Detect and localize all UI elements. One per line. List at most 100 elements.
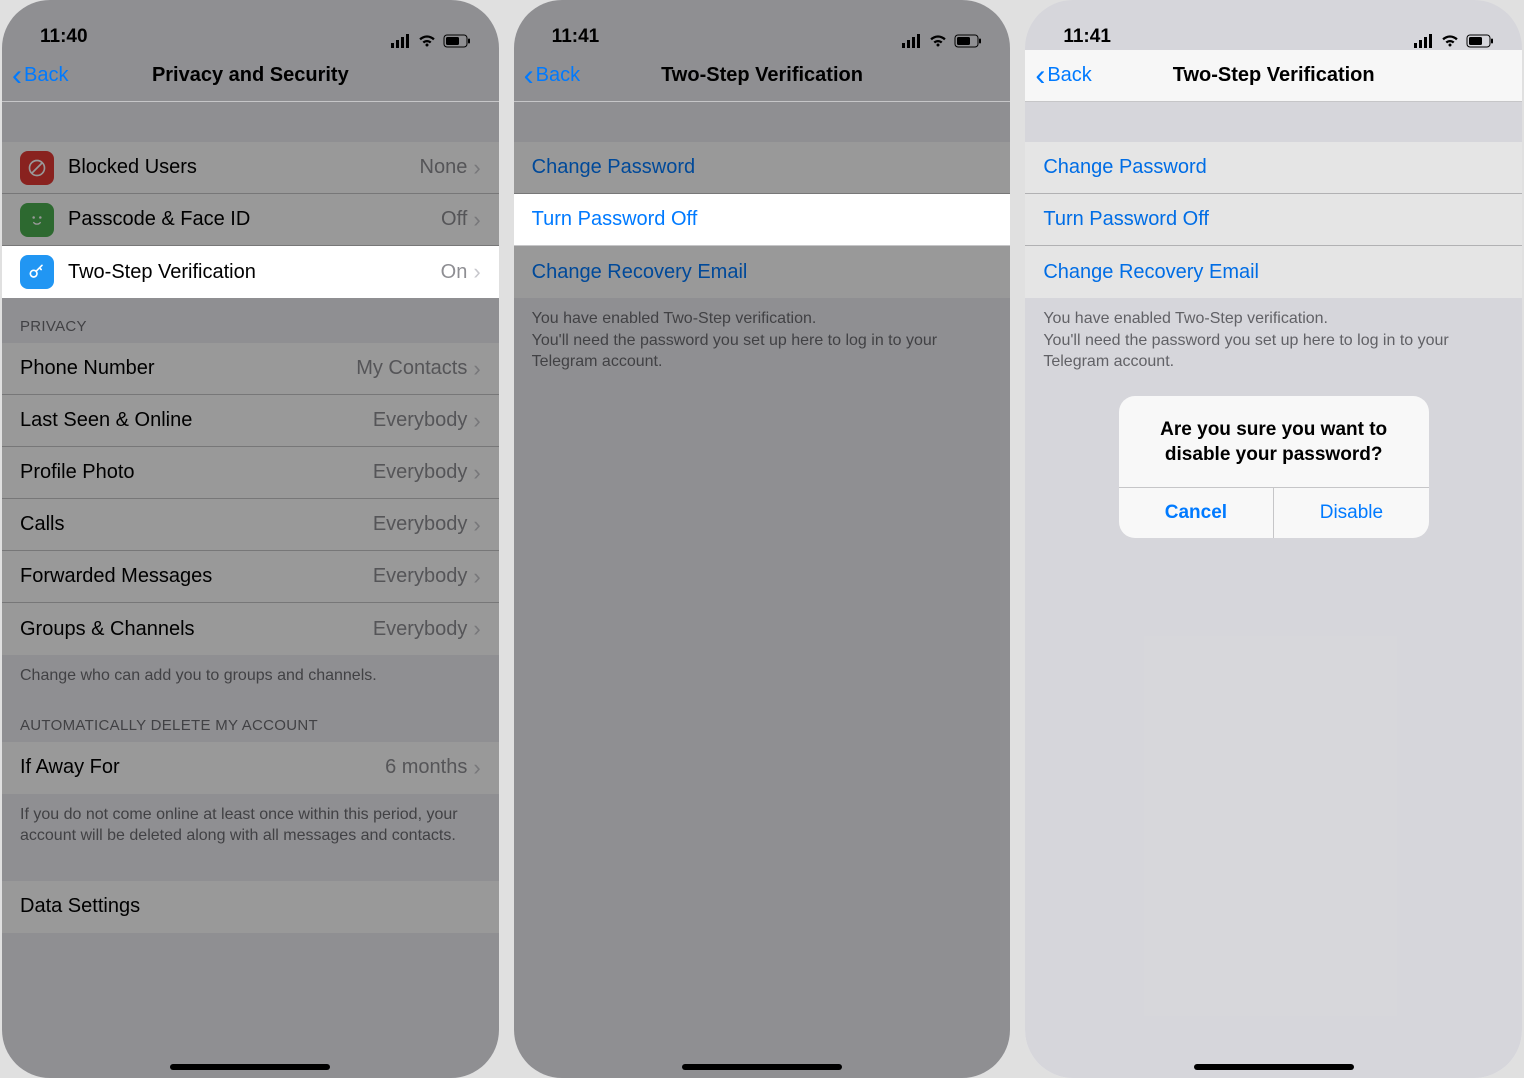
back-button[interactable]: ‹ Back bbox=[514, 61, 580, 91]
home-indicator-wrap bbox=[1025, 1064, 1522, 1070]
status-time: 11:40 bbox=[40, 26, 88, 48]
back-label: Back bbox=[24, 64, 68, 87]
label: Change Password bbox=[1043, 156, 1504, 179]
row-change-recovery-email[interactable]: Change Recovery Email bbox=[514, 246, 1011, 298]
row-data-settings[interactable]: Data Settings bbox=[2, 881, 499, 933]
twostep-footer: You have enabled Two-Step verification. … bbox=[1025, 298, 1522, 383]
row-profile-photo[interactable]: Profile Photo Everybody › bbox=[2, 447, 499, 499]
value: Off bbox=[441, 208, 467, 231]
alert-disable-button[interactable]: Disable bbox=[1273, 488, 1429, 538]
row-change-password[interactable]: Change Password bbox=[1025, 142, 1522, 194]
row-passcode-faceid[interactable]: Passcode & Face ID Off › bbox=[2, 194, 499, 246]
value: On bbox=[441, 261, 468, 284]
label: Turn Password Off bbox=[532, 208, 993, 231]
status-right bbox=[391, 34, 471, 48]
cellular-icon bbox=[391, 34, 411, 48]
blocked-icon bbox=[20, 151, 54, 185]
twostep-group: Change Password Turn Password Off Change… bbox=[1025, 142, 1522, 298]
delete-group: If Away For 6 months › bbox=[2, 742, 499, 794]
status-time: 11:41 bbox=[552, 26, 600, 48]
home-indicator[interactable] bbox=[170, 1064, 330, 1070]
value: My Contacts bbox=[356, 357, 467, 380]
value: Everybody bbox=[373, 565, 468, 588]
row-turn-password-off[interactable]: Turn Password Off bbox=[514, 194, 1011, 246]
row-phone-number[interactable]: Phone Number My Contacts › bbox=[2, 343, 499, 395]
alert-cancel-button[interactable]: Cancel bbox=[1119, 488, 1274, 538]
row-change-recovery-email[interactable]: Change Recovery Email bbox=[1025, 246, 1522, 298]
privacy-header: PRIVACY bbox=[2, 298, 499, 343]
value: Everybody bbox=[373, 618, 468, 641]
data-settings-group: Data Settings bbox=[2, 881, 499, 933]
home-indicator[interactable] bbox=[1194, 1064, 1354, 1070]
screen-two-step: 11:41 ‹ Back Two-Step Verification Chang… bbox=[514, 0, 1011, 1078]
page-title: Privacy and Security bbox=[2, 64, 499, 87]
screen-privacy-security: 11:40 ‹ Back Privacy and Security Blocke… bbox=[2, 0, 499, 1078]
chevron-left-icon: ‹ bbox=[1035, 61, 1045, 91]
status-time: 11:41 bbox=[1063, 26, 1111, 48]
status-right bbox=[1414, 34, 1494, 48]
content: Blocked Users None › Passcode & Face ID … bbox=[2, 102, 499, 1078]
delete-footer: If you do not come online at least once … bbox=[2, 794, 499, 857]
row-blocked-users[interactable]: Blocked Users None › bbox=[2, 142, 499, 194]
label: Change Password bbox=[532, 156, 993, 179]
home-indicator-wrap bbox=[514, 1064, 1011, 1070]
chevron-left-icon: ‹ bbox=[12, 61, 22, 91]
row-change-password[interactable]: Change Password bbox=[514, 142, 1011, 194]
wifi-icon bbox=[928, 34, 948, 48]
row-if-away-for[interactable]: If Away For 6 months › bbox=[2, 742, 499, 794]
back-label: Back bbox=[1047, 64, 1091, 87]
page-title: Two-Step Verification bbox=[1025, 64, 1522, 87]
label: Groups & Channels bbox=[20, 618, 373, 641]
chevron-right-icon: › bbox=[473, 512, 480, 538]
alert-title: Are you sure you want to disable your pa… bbox=[1119, 396, 1429, 487]
label: Two-Step Verification bbox=[68, 261, 441, 284]
label: Calls bbox=[20, 513, 373, 536]
status-right bbox=[902, 34, 982, 48]
security-group: Blocked Users None › Passcode & Face ID … bbox=[2, 142, 499, 298]
content: Change Password Turn Password Off Change… bbox=[1025, 102, 1522, 1078]
row-forwarded-messages[interactable]: Forwarded Messages Everybody › bbox=[2, 551, 499, 603]
chevron-right-icon: › bbox=[473, 564, 480, 590]
label: Last Seen & Online bbox=[20, 409, 373, 432]
label: Blocked Users bbox=[68, 156, 420, 179]
back-label: Back bbox=[536, 64, 580, 87]
chevron-right-icon: › bbox=[473, 259, 480, 285]
label: Change Recovery Email bbox=[1043, 261, 1504, 284]
label: Change Recovery Email bbox=[532, 261, 993, 284]
alert-buttons: Cancel Disable bbox=[1119, 487, 1429, 538]
key-icon bbox=[20, 255, 54, 289]
battery-icon bbox=[1466, 34, 1494, 48]
nav-bar: ‹ Back Privacy and Security bbox=[2, 50, 499, 102]
nav-bar: ‹ Back Two-Step Verification bbox=[514, 50, 1011, 102]
cellular-icon bbox=[902, 34, 922, 48]
label: Forwarded Messages bbox=[20, 565, 373, 588]
row-turn-password-off[interactable]: Turn Password Off bbox=[1025, 194, 1522, 246]
privacy-group: Phone Number My Contacts › Last Seen & O… bbox=[2, 343, 499, 655]
chevron-left-icon: ‹ bbox=[524, 61, 534, 91]
twostep-group: Change Password Turn Password Off Change… bbox=[514, 142, 1011, 298]
status-bar: 11:40 bbox=[2, 0, 499, 50]
row-two-step-verification[interactable]: Two-Step Verification On › bbox=[2, 246, 499, 298]
row-groups-channels[interactable]: Groups & Channels Everybody › bbox=[2, 603, 499, 655]
nav-bar: ‹ Back Two-Step Verification bbox=[1025, 50, 1522, 102]
back-button[interactable]: ‹ Back bbox=[2, 61, 68, 91]
value: None bbox=[420, 156, 468, 179]
wifi-icon bbox=[1440, 34, 1460, 48]
row-last-seen[interactable]: Last Seen & Online Everybody › bbox=[2, 395, 499, 447]
battery-icon bbox=[443, 34, 471, 48]
cellular-icon bbox=[1414, 34, 1434, 48]
privacy-footer: Change who can add you to groups and cha… bbox=[2, 655, 499, 697]
status-bar: 11:41 bbox=[1025, 0, 1522, 50]
chevron-right-icon: › bbox=[473, 755, 480, 781]
value: Everybody bbox=[373, 513, 468, 536]
back-button[interactable]: ‹ Back bbox=[1025, 61, 1091, 91]
wifi-icon bbox=[417, 34, 437, 48]
chevron-right-icon: › bbox=[473, 207, 480, 233]
chevron-right-icon: › bbox=[473, 408, 480, 434]
value: Everybody bbox=[373, 461, 468, 484]
row-calls[interactable]: Calls Everybody › bbox=[2, 499, 499, 551]
label: If Away For bbox=[20, 756, 385, 779]
home-indicator[interactable] bbox=[682, 1064, 842, 1070]
value: 6 months bbox=[385, 756, 467, 779]
chevron-right-icon: › bbox=[473, 155, 480, 181]
